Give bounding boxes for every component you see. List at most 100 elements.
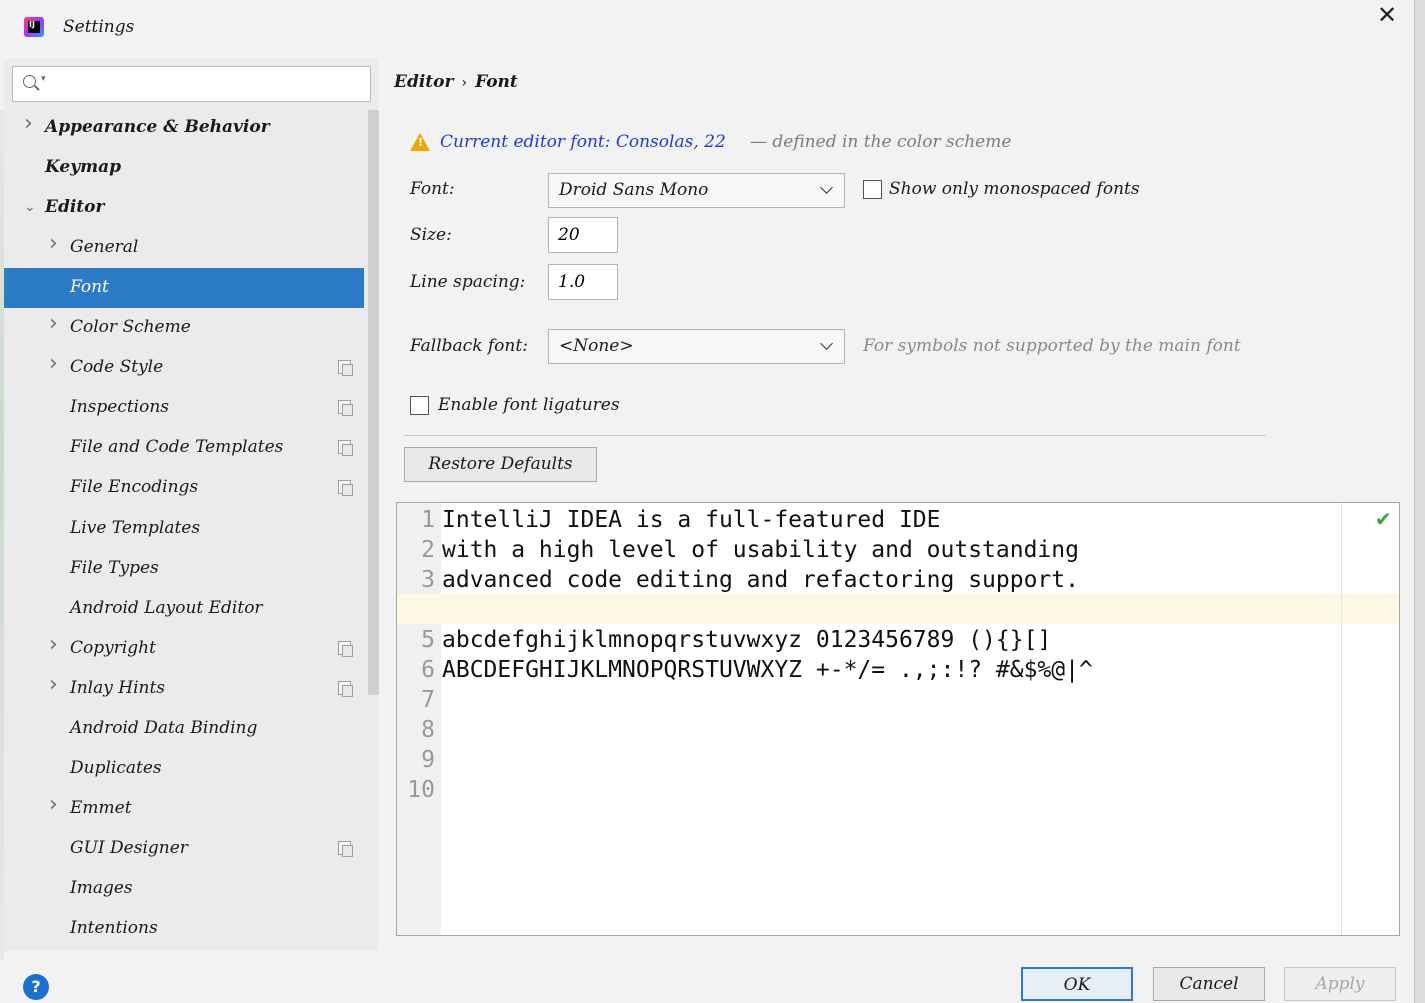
sidebar-item-copyright[interactable]: › Copyright (4, 629, 364, 669)
sidebar-item-color-scheme[interactable]: › Color Scheme (4, 308, 364, 348)
ok-button[interactable]: OK (1021, 967, 1133, 1001)
code-line: with a high level of usability and outst… (442, 537, 1079, 563)
apply-button[interactable]: Apply (1284, 967, 1396, 1001)
chevron-right-icon[interactable]: › (24, 113, 38, 135)
cancel-button[interactable]: Cancel (1153, 967, 1265, 1001)
sidebar-item-images[interactable]: Images (4, 869, 364, 909)
title-bar: IJ Settings ✕ (0, 0, 1425, 58)
line-number: 3 (421, 567, 435, 593)
chevron-right-icon[interactable]: › (49, 353, 63, 375)
close-icon[interactable]: ✕ (1374, 2, 1400, 28)
sidebar-item-label: File and Code Templates (70, 437, 284, 458)
sidebar-scrollbar[interactable] (368, 110, 379, 695)
line-spacing-label: Line spacing: (410, 272, 526, 292)
fallback-font-label: Fallback font: (410, 336, 528, 356)
sidebar-item-emmet[interactable]: › Emmet (4, 789, 364, 829)
sidebar-item-inspections[interactable]: Inspections (4, 388, 364, 428)
sidebar-item-label: File Encodings (70, 477, 199, 498)
sidebar-item-duplicates[interactable]: Duplicates (4, 749, 364, 789)
enable-ligatures-checkbox[interactable] (410, 396, 429, 415)
sidebar-item-label: Android Layout Editor (70, 597, 263, 618)
warning-icon: ! (410, 133, 430, 151)
warning-detail-text: — defined in the color scheme (750, 132, 1012, 152)
sidebar-item-keymap[interactable]: Keymap (4, 148, 364, 188)
sidebar-item-label: Font (70, 277, 109, 298)
line-number: 10 (407, 777, 435, 803)
fallback-font-combobox[interactable]: <None> (548, 329, 845, 364)
font-combobox[interactable]: Droid Sans Mono (548, 173, 845, 208)
show-monospaced-checkbox[interactable] (863, 180, 882, 199)
sidebar-item-label: Intentions (70, 918, 158, 938)
line-number: 6 (421, 657, 435, 683)
sidebar-item-label: Code Style (70, 357, 164, 378)
settings-search-input[interactable] (53, 71, 363, 97)
sidebar-item-gui-designer[interactable]: GUI Designer (4, 829, 364, 869)
chevron-right-icon[interactable]: › (49, 633, 63, 655)
breadcrumb: Editor › Font (394, 72, 518, 92)
project-scope-icon (338, 440, 353, 457)
chevron-right-icon[interactable]: › (49, 793, 63, 815)
sidebar-item-font[interactable]: Font (4, 268, 364, 309)
show-monospaced-label[interactable]: Show only monospaced fonts (889, 179, 1140, 199)
fallback-font-hint: For symbols not supported by the main fo… (863, 336, 1241, 356)
sidebar-item-label: Keymap (45, 157, 121, 178)
code-line: abcdefghijklmnopqrstuvwxyz 0123456789 ()… (442, 627, 1052, 653)
chevron-right-icon[interactable]: › (49, 673, 63, 695)
chevron-down-icon (818, 337, 836, 355)
code-line: advanced code editing and refactoring su… (442, 567, 1079, 593)
settings-tree: › Appearance & Behavior Keymap ⌄ Editor › Gene… (4, 108, 364, 948)
project-scope-icon (338, 480, 353, 497)
app-icon-letters: IJ (29, 20, 35, 29)
code-line: IntelliJ IDEA is a full-featured IDE (442, 507, 941, 533)
settings-search-box[interactable]: ▾ (12, 66, 371, 102)
sidebar-item-android-layout-editor[interactable]: Android Layout Editor (4, 589, 364, 629)
sidebar-item-appearance-behavior[interactable]: › Appearance & Behavior (4, 108, 364, 148)
sidebar-item-label: Duplicates (70, 757, 162, 778)
project-scope-icon (338, 400, 353, 417)
sidebar-item-live-templates[interactable]: Live Templates (4, 509, 364, 549)
section-divider (404, 435, 1266, 436)
font-preview-editor[interactable]: 12345678910 IntelliJ IDEA is a full-feat… (396, 502, 1400, 936)
sidebar-item-inlay-hints[interactable]: › Inlay Hints (4, 669, 364, 709)
current-editor-font-link[interactable]: Current editor font: Consolas, 22 (440, 132, 726, 152)
size-field[interactable] (548, 217, 618, 253)
sidebar-item-label: Appearance & Behavior (45, 117, 270, 137)
line-number: 9 (421, 747, 435, 773)
help-button[interactable]: ? (23, 974, 49, 1000)
breadcrumb-current: Font (475, 72, 518, 92)
line-number: 5 (421, 627, 435, 653)
project-scope-icon (338, 840, 353, 857)
font-combobox-value: Droid Sans Mono (559, 180, 709, 200)
sidebar-item-file-types[interactable]: File Types (4, 549, 364, 589)
line-spacing-field[interactable] (548, 264, 618, 300)
sidebar-item-label: Inspections (70, 397, 170, 418)
line-number: 8 (421, 717, 435, 743)
chevron-down-icon (818, 181, 836, 199)
restore-defaults-button[interactable]: Restore Defaults (404, 447, 597, 482)
sidebar-item-label: Color Scheme (70, 317, 191, 338)
sidebar-item-label: Copyright (70, 637, 156, 658)
intellij-app-icon: IJ (24, 17, 44, 37)
sidebar-item-file-and-code-templates[interactable]: File and Code Templates (4, 428, 364, 468)
sidebar-item-code-style[interactable]: › Code Style (4, 348, 364, 388)
sidebar-item-android-data-binding[interactable]: Android Data Binding (4, 709, 364, 749)
sidebar-item-general[interactable]: › General (4, 228, 364, 268)
sidebar-item-intentions[interactable]: Intentions (4, 909, 364, 948)
sidebar-item-editor[interactable]: ⌄ Editor (4, 188, 364, 228)
chevron-down-icon[interactable]: ⌄ (24, 198, 38, 216)
inspection-ok-icon[interactable]: ✔ (1375, 507, 1397, 531)
right-margin-guide (1341, 503, 1342, 935)
sidebar-item-label: Live Templates (70, 517, 201, 538)
line-number: 7 (421, 687, 435, 713)
project-scope-icon (338, 640, 353, 657)
breadcrumb-parent[interactable]: Editor (394, 72, 453, 92)
search-icon[interactable]: ▾ (21, 73, 49, 95)
breadcrumb-separator: › (461, 75, 468, 91)
sidebar-item-label: Emmet (70, 797, 132, 818)
line-number: 1 (421, 507, 435, 533)
chevron-right-icon[interactable]: › (49, 233, 63, 255)
sidebar-item-file-encodings[interactable]: File Encodings (4, 468, 364, 508)
enable-ligatures-label[interactable]: Enable font ligatures (438, 395, 620, 415)
chevron-right-icon[interactable]: › (49, 313, 63, 335)
sidebar-item-label: File Types (70, 557, 159, 578)
